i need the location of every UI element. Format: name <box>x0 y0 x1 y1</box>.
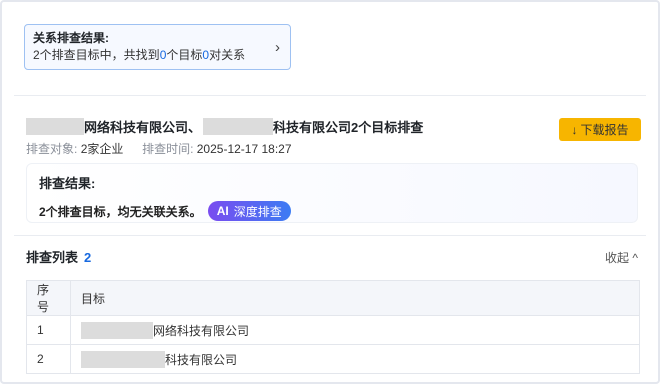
redacted-name <box>81 321 153 339</box>
ai-deep-check-button[interactable]: AI 深度排查 <box>207 201 291 221</box>
redacted-name <box>26 117 84 135</box>
row-target[interactable]: 网络科技有限公司 <box>153 322 249 339</box>
summary-text: 2个排查目标中，共找到0个目标0对关系 <box>33 48 246 62</box>
table-row: 1 网络科技有限公司 <box>26 315 640 345</box>
list-title: 排查列表 <box>26 250 79 265</box>
row-no: 2 <box>26 344 71 374</box>
meta-object-label: 排查对象: <box>26 142 78 156</box>
meta-time-label: 排查时间: <box>142 142 194 156</box>
collapse-label: 收起 <box>605 251 630 265</box>
table-row: 2 科技有限公司 <box>26 344 640 374</box>
list-count: 2 <box>84 250 92 265</box>
ai-icon: AI <box>216 204 229 218</box>
relation-summary-card[interactable]: 关系排查结果: 2个排查目标中，共找到0个目标0对关系 › <box>24 24 291 70</box>
redacted-name <box>81 350 165 368</box>
result-panel: 排查结果: 2个排查目标，均无关联关系。 AI 深度排查 <box>26 163 638 223</box>
meta-object-value: 2家企业 <box>80 142 124 156</box>
report-meta: 排查对象: 2家企业 排查时间: 2025-12-17 18:27 <box>26 142 292 156</box>
result-title: 排查结果: <box>39 176 96 191</box>
report-title: 网络科技有限公司、 科技有限公司2个目标排查 <box>26 117 423 135</box>
column-header-no: 序号 <box>26 280 71 316</box>
ai-deep-check-label: 深度排查 <box>233 204 282 219</box>
download-report-button[interactable]: ↓ 下载报告 <box>559 118 641 141</box>
list-header: 排查列表 2 <box>26 250 91 266</box>
row-target[interactable]: 科技有限公司 <box>165 351 237 368</box>
column-header-target: 目标 <box>70 280 640 316</box>
divider <box>14 95 646 96</box>
chevron-right-icon[interactable]: › <box>275 39 280 56</box>
download-label: 下载报告 <box>580 123 629 137</box>
collapse-button[interactable]: 收起 ^ <box>605 250 638 266</box>
download-icon: ↓ <box>571 122 578 137</box>
target-table: 序号 目标 1 网络科技有限公司 2 科技有限公司 <box>26 280 640 374</box>
table-header-row: 序号 目标 <box>26 280 640 316</box>
redacted-name <box>203 117 274 135</box>
chevron-up-icon: ^ <box>632 251 638 265</box>
row-no: 1 <box>26 315 71 345</box>
divider <box>14 235 646 236</box>
meta-time-value: 2025-12-17 18:27 <box>196 142 292 156</box>
summary-title: 关系排查结果: <box>33 31 109 45</box>
result-text: 2个排查目标，均无关联关系。 <box>39 204 202 219</box>
